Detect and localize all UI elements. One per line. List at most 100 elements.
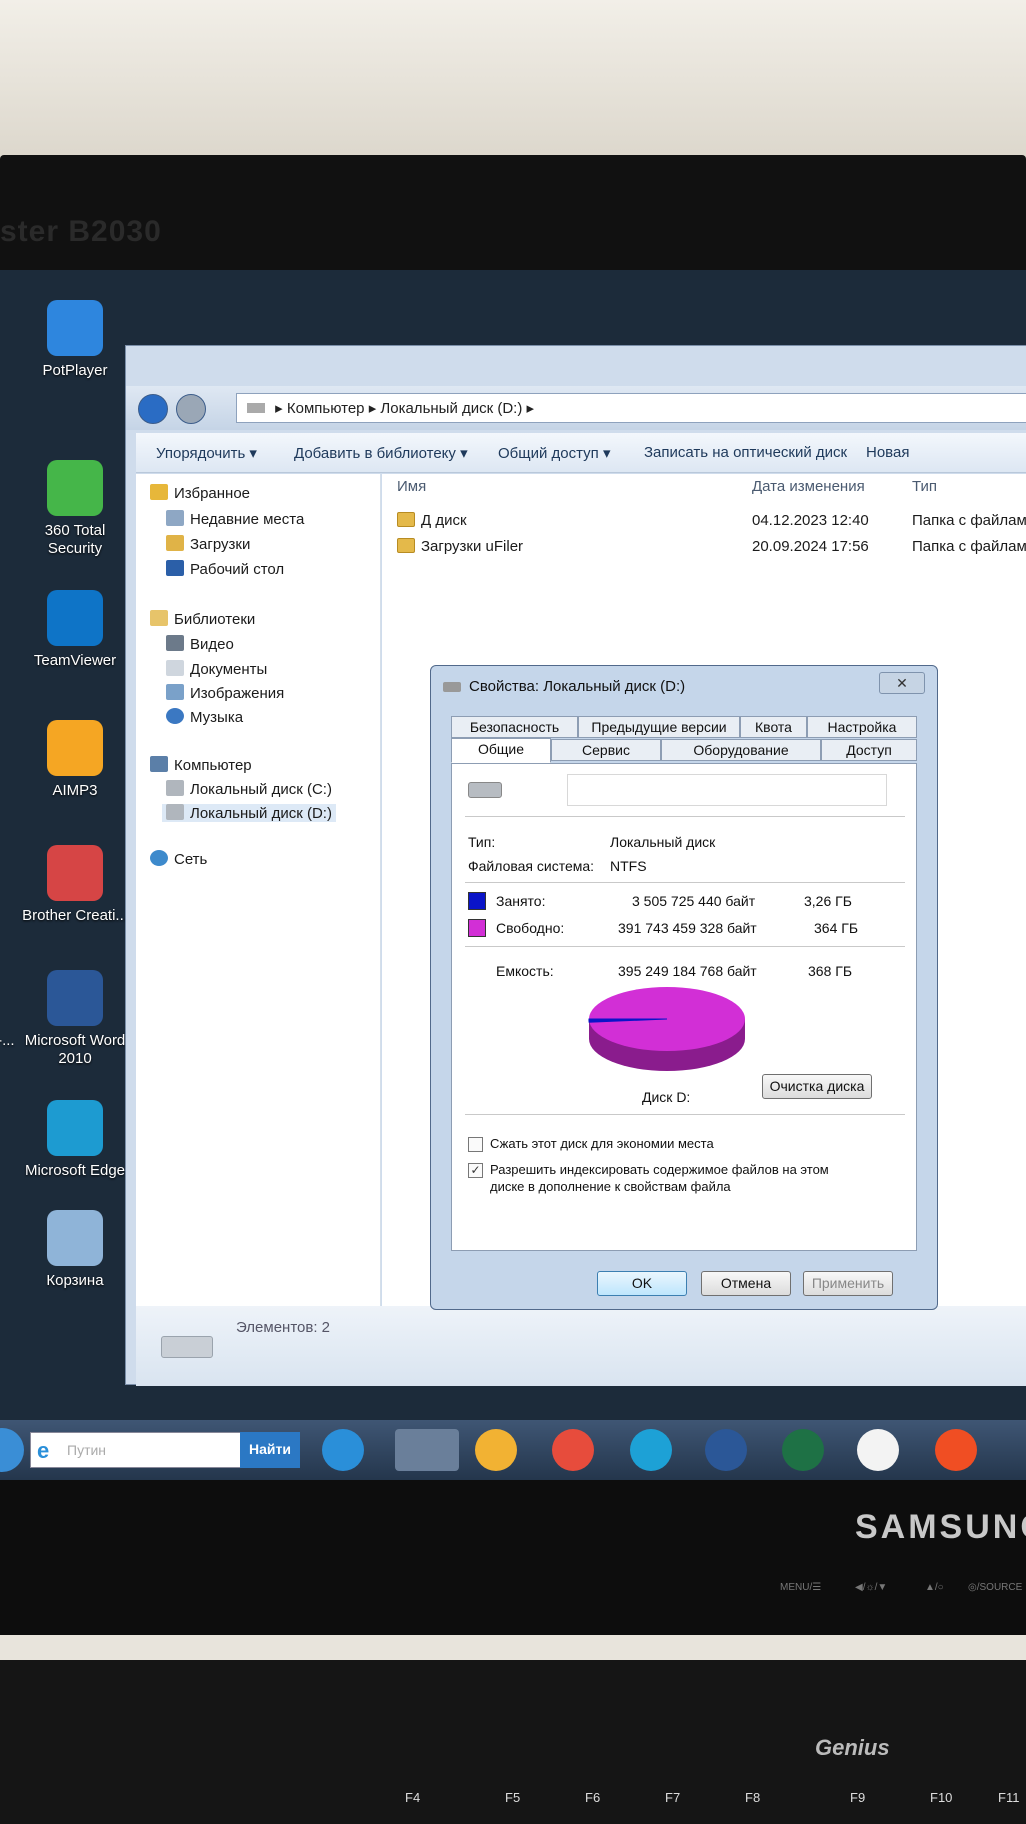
tab-sharing[interactable]: Доступ — [821, 739, 917, 761]
key-f8[interactable]: F8 — [745, 1790, 760, 1805]
libraries-icon — [150, 610, 168, 626]
nav-libraries[interactable]: Библиотеки — [150, 610, 255, 628]
file-row[interactable]: Загрузки uFiler — [397, 538, 523, 555]
key-f11[interactable]: F11 — [998, 1790, 1019, 1805]
nav-recent-places[interactable]: Недавние места — [166, 510, 304, 528]
desktop-icon-label: LASER LBP-... — [0, 1032, 15, 1049]
nav-pictures[interactable]: Изображения — [166, 684, 284, 702]
key-f6[interactable]: F6 — [585, 1790, 600, 1805]
file-date: 20.09.2024 17:56 — [752, 538, 869, 555]
used-space-swatch — [468, 892, 486, 910]
key-f5[interactable]: F5 — [505, 1790, 520, 1805]
potplayer-taskbar-icon[interactable] — [475, 1429, 517, 1471]
excel-taskbar-icon[interactable] — [782, 1429, 824, 1471]
cancel-button[interactable]: Отмена — [701, 1271, 791, 1296]
yandex-browser-taskbar-icon[interactable] — [857, 1429, 899, 1471]
disk-cleanup-button[interactable]: Очистка диска — [762, 1074, 872, 1099]
address-bar[interactable]: ▸ Компьютер ▸ Локальный диск (D:) ▸ — [236, 393, 1026, 423]
key-f4[interactable]: F4 — [405, 1790, 420, 1805]
desktop-icon-5[interactable]: Microsoft Word 2010 — [20, 970, 130, 1068]
tab-security[interactable]: Безопасность — [451, 716, 578, 738]
breadcrumb-drive-d[interactable]: Локальный диск (D:) — [380, 400, 522, 417]
breadcrumb-computer[interactable]: Компьютер — [287, 400, 365, 417]
column-type[interactable]: Тип — [912, 478, 937, 495]
monitor-source-button[interactable]: ◎/SOURCE — [968, 1582, 1022, 1593]
desktop-icon-8[interactable]: ep — [0, 300, 20, 380]
app-icon — [47, 300, 103, 356]
nav-computer[interactable]: Компьютер — [150, 756, 252, 774]
ie-taskbar-icon[interactable] — [322, 1429, 364, 1471]
start-button[interactable] — [0, 1428, 24, 1472]
desktop-icon-14[interactable]: ogle rome — [0, 1100, 20, 1180]
tab-customize[interactable]: Настройка — [807, 716, 917, 738]
nav-downloads[interactable]: Загрузки — [166, 535, 250, 553]
ok-button[interactable]: OK — [597, 1271, 687, 1296]
index-checkbox[interactable]: ✓ — [468, 1163, 483, 1178]
search-button[interactable]: Найти — [240, 1432, 300, 1468]
yandex-taskbar-icon[interactable] — [935, 1429, 977, 1471]
new-folder-button[interactable]: Новая — [866, 444, 909, 461]
nav-music[interactable]: Музыка — [166, 708, 243, 726]
back-button[interactable] — [138, 394, 168, 424]
organize-button[interactable]: Упорядочить ▾ — [156, 444, 257, 462]
key-f7[interactable]: F7 — [665, 1790, 680, 1805]
drive-c-icon — [166, 780, 184, 796]
ie-search-icon: e — [37, 1438, 50, 1463]
file-date: 04.12.2023 12:40 — [752, 512, 869, 529]
burn-button[interactable]: Записать на оптический диск — [644, 444, 847, 461]
desktop-icon-13[interactable]: LASER LBP-... — [0, 970, 20, 1050]
samsung-logo: SAMSUNG — [855, 1508, 1026, 1546]
desktop-icon-2[interactable]: TeamViewer — [20, 590, 130, 670]
monitor-up-button[interactable]: ▲/○ — [925, 1582, 944, 1593]
wall-background — [0, 0, 1026, 160]
file-row[interactable]: Д диск — [397, 512, 467, 529]
forward-button[interactable] — [176, 394, 206, 424]
genius-logo: Genius — [815, 1735, 890, 1760]
key-f9[interactable]: F9 — [850, 1790, 865, 1805]
index-label-line2: диске в дополнение к свойствам файла — [490, 1179, 731, 1194]
nav-drive-c[interactable]: Локальный диск (C:) — [166, 780, 332, 798]
nav-favorites[interactable]: Избранное — [150, 484, 250, 502]
desktop-icon-0[interactable]: PotPlayer — [20, 300, 130, 380]
desktop-icon-11[interactable]: зыка — [0, 720, 20, 800]
desktop-icon-3[interactable]: AIMP3 — [20, 720, 130, 800]
nav-drive-d[interactable]: Локальный диск (D:) — [162, 804, 336, 822]
close-button[interactable]: ✕ — [879, 672, 925, 694]
add-to-library-button[interactable]: Добавить в библиотеку ▾ — [294, 444, 468, 462]
nav-videos[interactable]: Видео — [166, 635, 234, 653]
column-date[interactable]: Дата изменения — [752, 478, 865, 495]
nav-network[interactable]: Сеть — [150, 850, 207, 868]
chrome-taskbar-icon[interactable] — [552, 1429, 594, 1471]
tab-general[interactable]: Общие — [451, 738, 551, 763]
desktop-icon-label: Brother Creati... — [22, 907, 128, 924]
nav-desktop[interactable]: Рабочий стол — [166, 560, 284, 578]
desktop-icon-4[interactable]: Brother Creati... — [20, 845, 130, 925]
disk-usage-pie-chart — [588, 987, 745, 1071]
edge-taskbar-icon[interactable] — [630, 1429, 672, 1471]
column-name[interactable]: Имя — [397, 478, 426, 495]
word-taskbar-icon[interactable] — [705, 1429, 747, 1471]
desktop-icon-6[interactable]: Microsoft Edge — [20, 1100, 130, 1180]
explorer-taskbar-icon[interactable] — [395, 1429, 459, 1471]
tab-hardware[interactable]: Оборудование — [661, 739, 821, 761]
desktop-icon-10[interactable]: nder — [0, 590, 20, 670]
share-button[interactable]: Общий доступ ▾ — [498, 444, 610, 462]
desktop-icon-9[interactable]: K — [0, 460, 20, 540]
tab-quota[interactable]: Квота — [740, 716, 807, 738]
monitor-model-label: ster B2030 — [0, 215, 162, 248]
monitor-menu-button[interactable]: MENU/☰ — [780, 1582, 821, 1593]
tab-previous-versions[interactable]: Предыдущие версии — [578, 716, 740, 738]
key-f10[interactable]: F10 — [930, 1790, 952, 1805]
desktop-icon-1[interactable]: 360 Total Security — [20, 460, 130, 558]
tab-tools[interactable]: Сервис — [551, 739, 661, 761]
desktop-icon-12[interactable]: ayer — [0, 845, 20, 925]
used-bytes: 3 505 725 440 байт — [632, 893, 756, 909]
monitor-brightness-button[interactable]: ◀/☼/▼ — [855, 1582, 887, 1593]
desktop-icon-label: 360 Total Security — [44, 522, 106, 557]
apply-button[interactable]: Применить — [803, 1271, 893, 1296]
compress-checkbox[interactable] — [468, 1137, 483, 1152]
nav-documents[interactable]: Документы — [166, 660, 267, 678]
search-input[interactable]: Путин — [67, 1442, 106, 1458]
desktop-icon-7[interactable]: Корзина — [20, 1210, 130, 1290]
volume-label-input[interactable] — [567, 774, 887, 806]
